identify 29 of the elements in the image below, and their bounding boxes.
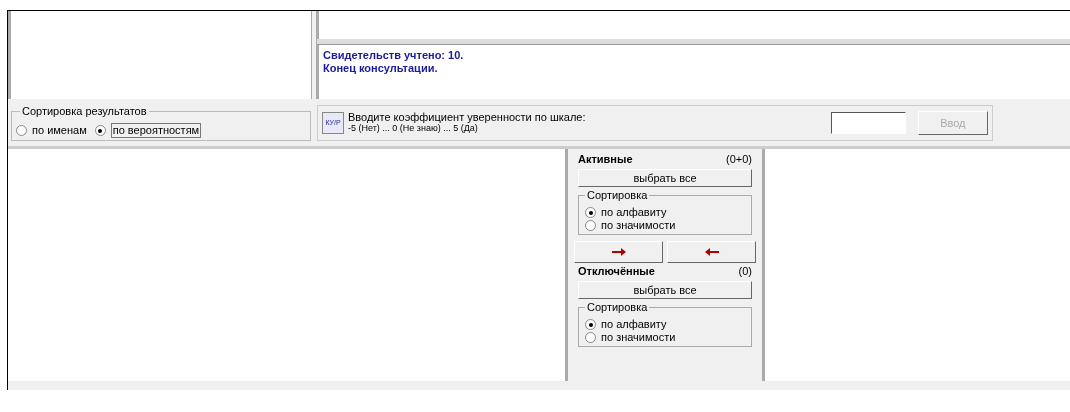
radio-button[interactable] [585,319,596,330]
radio-label: по значимости [601,219,676,232]
radio-label: по именам [32,124,87,137]
select-all-button[interactable]: выбрать все [578,281,752,299]
list-title: Активные [578,151,633,167]
certainty-input[interactable] [830,111,906,134]
move-right-button[interactable] [574,241,663,263]
move-left-button[interactable] [667,241,756,263]
radio-label: по значимости [601,331,676,344]
list-count: (0) [738,263,752,279]
arrow-right-icon [611,248,626,256]
radio-label: по алфавиту [601,318,667,331]
radio-button[interactable] [585,332,596,343]
group-title: Сортировка [585,300,650,314]
list-title: Отключённые [578,263,655,279]
radio-label: по вероятностям [110,123,202,138]
prompt-text: Вводите коэффициент уверенности по шкале: [348,111,587,123]
list-count: (0+0) [726,151,752,167]
radio-button[interactable] [585,220,596,231]
select-all-button[interactable]: выбрать все [578,169,752,187]
log-line: Конец консультации. [323,62,439,75]
scale-text: -5 (Нет) ... 0 (Не знаю) ... 5 (Да) [348,123,478,134]
radio-button[interactable] [16,125,27,136]
radio-label: по алфавиту [601,206,667,219]
group-title: Сортировка [585,188,650,202]
radio-button[interactable] [585,207,596,218]
radio-button[interactable] [94,125,106,136]
arrow-left-icon [704,248,719,256]
log-line: Свидетельств учтено: 10. [323,49,465,62]
